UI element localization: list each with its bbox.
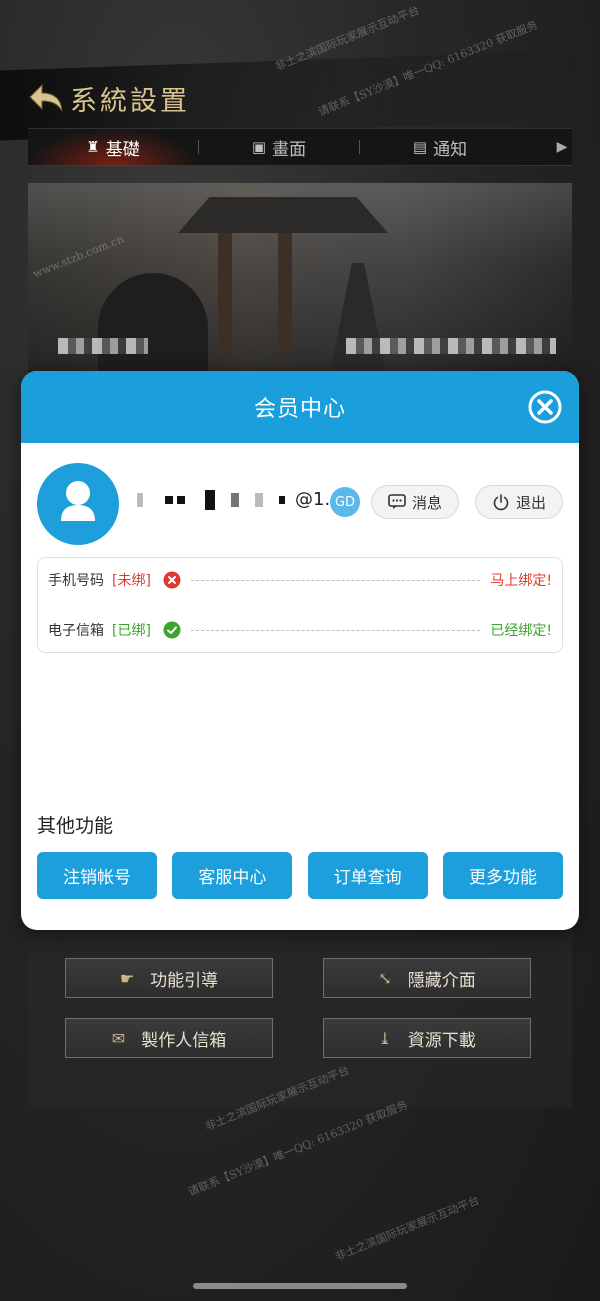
tab-label: 通知 [433,139,468,160]
close-icon[interactable] [527,389,563,425]
tab-label: 畫面 [272,139,307,160]
email-label: 电子信箱 [48,623,104,639]
modal-header: 会员中心 [21,371,579,443]
watermark: 请联系【SY沙漠】唯一QQ: 6163320 获取服务 [186,1098,410,1199]
phone-binding-row: 手机号码 [未绑] 马上绑定! [48,568,552,592]
masked-char [279,495,285,504]
order-query-button[interactable]: 订单查询 [307,852,428,899]
chat-icon: ▤ [412,138,428,156]
hide-ui-button[interactable]: ⤡ 隱藏介面 [323,958,531,998]
member-center-modal: 会员中心 @1... GD 消息 退出 手机号码 [未绑] 马上绑定! 电子信箱… [21,371,579,930]
resource-download-button[interactable]: ⤓ 資源下載 [323,1018,531,1058]
settings-tabbar: ♜ 基礎 ▣ 畫面 ▤ 通知 ▶ [28,128,572,166]
pillar [278,233,292,353]
pillar [218,233,232,353]
other-functions-title: 其他功能 [37,815,114,837]
button-label: 功能引導 [150,970,219,991]
resize-icon: ⤡ [378,968,392,988]
function-guide-button[interactable]: ☛ 功能引導 [65,958,273,998]
button-label: 製作人信箱 [141,1030,227,1051]
dashed-divider [190,629,481,631]
tower-icon: ♜ [86,138,100,156]
tab-scroll-right-icon[interactable]: ▶ [552,139,572,155]
message-button[interactable]: 消息 [371,485,459,519]
screen-icon: ▣ [251,138,267,156]
figure-silhouette [328,263,388,383]
masked-char [177,495,185,504]
username: @1... [137,489,342,510]
message-icon [388,494,406,509]
user-icon [61,481,95,521]
phone-label: 手机号码 [48,573,104,589]
more-functions-button[interactable]: 更多功能 [442,852,563,899]
phone-status: [未绑] [112,573,151,589]
mail-icon: ✉ [111,1028,126,1048]
button-label: 資源下載 [407,1030,476,1051]
background-scene-image [28,183,572,383]
bind-phone-link[interactable]: 马上绑定! [490,570,552,590]
masked-char [231,492,239,507]
message-label: 消息 [411,493,442,512]
functions-row: 注销帐号 客服中心 订单查询 更多功能 [37,852,563,899]
back-arrow-icon[interactable] [28,81,64,115]
email-bound-text: 已经绑定! [490,623,552,639]
dashed-divider [190,579,481,581]
error-x-icon [163,571,181,589]
tab-basic[interactable]: ♜ 基礎 [28,128,198,166]
logout-button[interactable]: 退出 [475,485,563,519]
blurred-name [346,338,556,354]
email-status: [已绑] [112,623,151,639]
tab-label: 基礎 [105,139,140,160]
masked-char [165,495,173,504]
game-header: 系統設置 [28,78,190,118]
figure-silhouette [98,273,208,383]
home-indicator[interactable] [193,1283,407,1289]
settings-panel [28,925,572,1107]
modal-title: 会员中心 [253,397,346,422]
pavilion-roof [178,197,388,233]
watermark: 非土之滨国际玩家展示互动平台 [333,1193,482,1264]
producer-mail-button[interactable]: ✉ 製作人信箱 [65,1018,273,1058]
masked-char [137,492,143,507]
button-label: 隱藏介面 [407,970,476,991]
logout-label: 退出 [515,493,546,512]
profile-section: @1... GD 消息 退出 [37,463,563,545]
binding-status-box: 手机号码 [未绑] 马上绑定! 电子信箱 [已绑] 已经绑定! [37,557,563,653]
cancel-account-button[interactable]: 注销帐号 [37,852,157,899]
avatar[interactable] [37,463,119,545]
masked-char [255,492,263,507]
hand-icon: ☛ [119,968,135,988]
tab-notify[interactable]: ▤ 通知 [360,128,520,166]
customer-service-button[interactable]: 客服中心 [172,852,293,899]
power-icon [493,494,509,511]
download-icon: ⤓ [378,1028,392,1048]
tab-display[interactable]: ▣ 畫面 [199,128,359,166]
check-icon [163,621,181,639]
blurred-name [58,338,148,354]
page-title: 系統設置 [70,85,190,117]
masked-char [205,489,215,510]
gd-badge: GD [330,487,360,517]
email-binding-row: 电子信箱 [已绑] 已经绑定! [48,618,552,642]
